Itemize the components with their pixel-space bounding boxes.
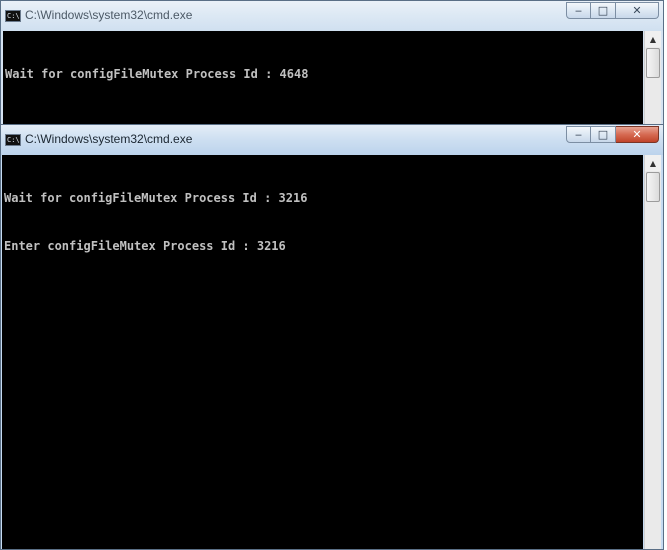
close-button[interactable]: ✕: [616, 2, 659, 19]
scroll-up-arrow-icon[interactable]: ▲: [645, 31, 661, 47]
cmd-icon: C:\: [5, 134, 21, 146]
window-controls: ‒ □ ✕: [566, 126, 659, 144]
minimize-button[interactable]: ‒: [566, 2, 591, 19]
scrollbar-thumb[interactable]: [646, 48, 660, 78]
cmd-icon: C:\: [5, 10, 21, 22]
console-output[interactable]: Wait for configFileMutex Process Id : 46…: [3, 31, 643, 129]
console-line: Enter configFileMutex Process Id : 3216: [4, 239, 286, 253]
scroll-up-arrow-icon[interactable]: ▲: [645, 155, 661, 171]
vertical-scrollbar[interactable]: ▲: [644, 155, 661, 549]
maximize-button[interactable]: □: [591, 2, 616, 19]
vertical-scrollbar[interactable]: ▲: [644, 31, 661, 129]
scrollbar-thumb[interactable]: [646, 172, 660, 202]
cmd-window-foreground[interactable]: C:\ C:\Windows\system32\cmd.exe ‒ □ ✕ Wa…: [0, 124, 664, 550]
cmd-window-background[interactable]: C:\ C:\Windows\system32\cmd.exe ‒ □ ✕ Wa…: [0, 0, 664, 130]
console-output[interactable]: Wait for configFileMutex Process Id : 32…: [2, 155, 643, 549]
maximize-button[interactable]: □: [591, 126, 616, 143]
window-controls: ‒ □ ✕: [566, 2, 659, 20]
minimize-button[interactable]: ‒: [566, 126, 591, 143]
window-title: C:\Windows\system32\cmd.exe: [25, 8, 193, 22]
console-line: Wait for configFileMutex Process Id : 32…: [4, 191, 308, 205]
console-line: Wait for configFileMutex Process Id : 46…: [5, 67, 309, 81]
title-bar[interactable]: C:\ C:\Windows\system32\cmd.exe ‒ □ ✕: [1, 1, 663, 31]
title-bar[interactable]: C:\ C:\Windows\system32\cmd.exe ‒ □ ✕: [1, 125, 663, 155]
window-title: C:\Windows\system32\cmd.exe: [25, 132, 193, 146]
close-button[interactable]: ✕: [616, 126, 659, 143]
